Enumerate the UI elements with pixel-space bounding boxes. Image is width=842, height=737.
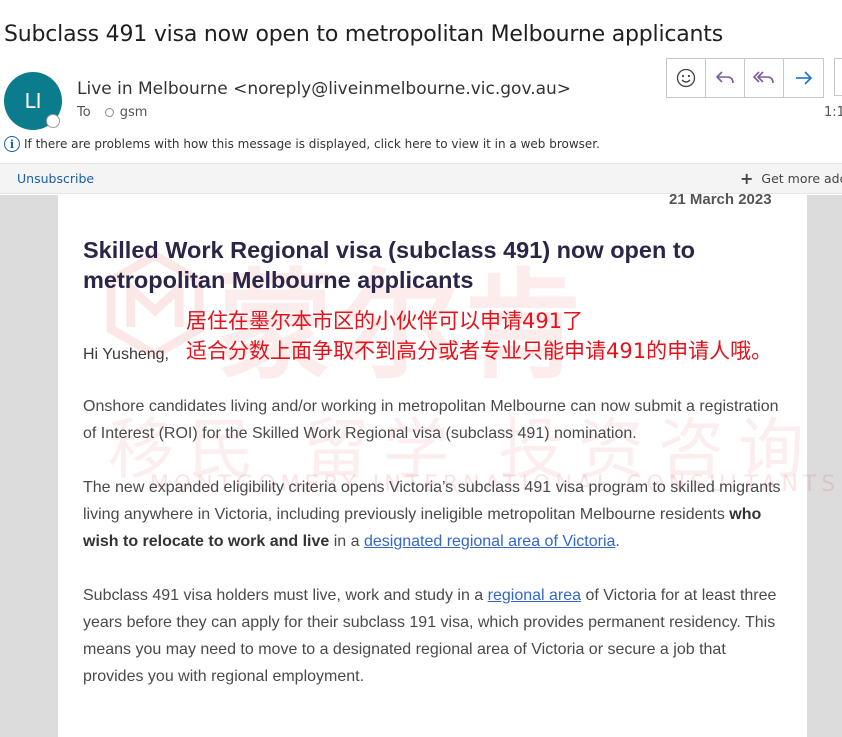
annotation-line-1: 居住在墨尔本市区的小伙伴可以申请491了 (186, 309, 584, 333)
forward-icon (795, 71, 812, 85)
paragraph-requirements-text: Subclass 491 visa holders must live, wor… (83, 587, 488, 604)
get-more-addins-button[interactable]: + Get more add (740, 168, 842, 188)
reply-icon (715, 71, 734, 84)
paragraph-eligibility: The new expanded eligibility criteria op… (83, 474, 783, 555)
presence-status-icon (46, 114, 60, 128)
avatar-initials: LI (24, 89, 42, 113)
annotation-line-2: 适合分数上面争取不到高分或者专业只能申请491的申请人哦。 (186, 339, 773, 363)
addin-bar: Unsubscribe + Get more add (0, 163, 842, 194)
reply-all-button[interactable] (745, 59, 784, 97)
recipient-name[interactable]: gsm (120, 105, 148, 120)
sender-address[interactable]: Live in Melbourne <noreply@liveinmelbour… (77, 79, 571, 99)
get-more-addins-label: Get more add (761, 171, 842, 186)
recipient-row: To gsm (77, 105, 147, 120)
emoji-button[interactable] (667, 59, 706, 97)
paragraph-roi: Onshore candidates living and/or working… (83, 398, 779, 442)
paragraph-eligibility-end: . (615, 533, 620, 550)
newsletter-headline: Skilled Work Regional visa (subclass 491… (83, 237, 696, 293)
chinese-annotation: 居住在墨尔本市区的小伙伴可以申请491了 适合分数上面争取不到高分或者专业只能申… (186, 306, 836, 366)
greeting: Hi Yusheng, (83, 346, 169, 363)
plus-icon: + (740, 168, 754, 188)
designated-regional-area-link[interactable]: designated regional area of Victoria (364, 533, 615, 550)
paragraph-eligibility-text-2: in a (329, 533, 364, 550)
display-info-text[interactable]: If there are problems with how this mess… (24, 137, 600, 151)
recipient-presence-icon (104, 108, 114, 117)
paragraph-requirements: Subclass 491 visa holders must live, wor… (83, 582, 783, 690)
newsletter-date: 21 March 2023 (669, 191, 772, 208)
to-label: To (77, 105, 91, 120)
unsubscribe-link[interactable]: Unsubscribe (17, 171, 94, 186)
smiley-icon (676, 68, 696, 88)
reply-all-icon (752, 71, 774, 84)
received-time: 1:1 (824, 105, 842, 120)
reply-button[interactable] (706, 59, 745, 97)
forward-button[interactable] (784, 59, 823, 97)
more-actions-button[interactable] (834, 58, 842, 96)
display-info-bar[interactable]: i If there are problems with how this me… (4, 136, 600, 152)
email-subject: Subclass 491 visa now open to metropolit… (4, 22, 723, 47)
message-actions (666, 58, 824, 98)
info-icon: i (4, 136, 20, 152)
paragraph-eligibility-text: The new expanded eligibility criteria op… (83, 479, 781, 523)
regional-area-link[interactable]: regional area (488, 587, 581, 604)
